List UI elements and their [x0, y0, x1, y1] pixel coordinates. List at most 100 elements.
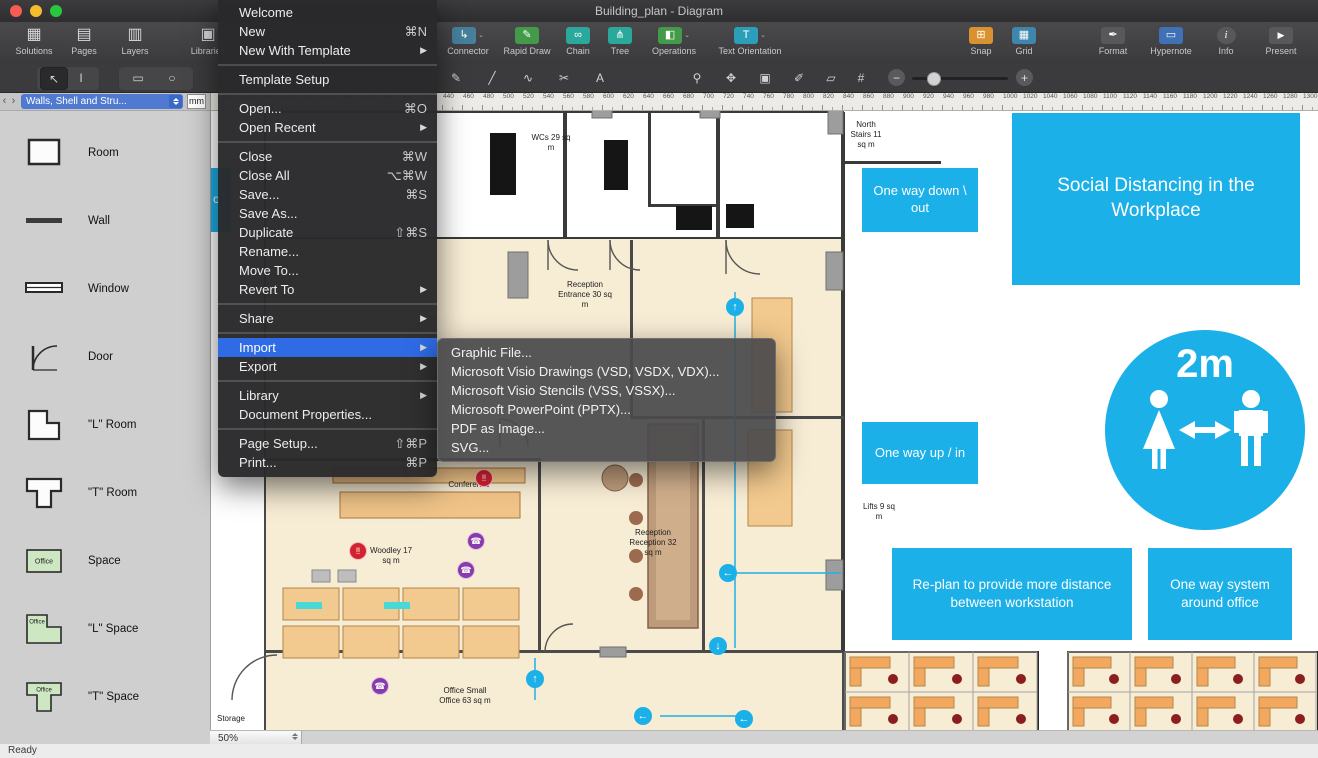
alert-badge-icon[interactable]: ‼: [349, 542, 367, 560]
import-submenu-item-svg[interactable]: SVG...: [438, 438, 775, 457]
library-item-t-room[interactable]: "T" Room: [0, 459, 210, 527]
menu-item-move-to[interactable]: Move To...: [218, 261, 437, 280]
flow-arrow-icon[interactable]: ←: [719, 564, 737, 582]
tool-curve[interactable]: ∿: [515, 67, 541, 88]
ruler-tick: [1022, 105, 1023, 110]
tool-scissors[interactable]: ✂: [551, 67, 577, 88]
library-dropdown[interactable]: Walls, Shell and Stru...: [21, 94, 183, 109]
phone-badge-icon[interactable]: ☎: [467, 532, 485, 550]
zoom-window-button[interactable]: [50, 5, 62, 17]
import-submenu-item-pdf-as-image[interactable]: PDF as Image...: [438, 419, 775, 438]
menu-item-library[interactable]: Library▶: [218, 386, 437, 405]
menu-item-open[interactable]: Open...⌘O: [218, 99, 437, 118]
tool-crop-tool[interactable]: #: [847, 67, 875, 88]
toolbar-button-chain[interactable]: ∞Chain: [558, 25, 598, 56]
toolbar-button-format[interactable]: ✒Format: [1088, 25, 1138, 56]
flow-arrow-icon[interactable]: ↑: [526, 670, 544, 688]
ruler-tick-label: 1100: [1103, 93, 1117, 100]
zoom-out-button[interactable]: −: [888, 69, 905, 86]
library-item-door[interactable]: Door: [0, 323, 210, 391]
tool-line[interactable]: ╱: [479, 67, 505, 88]
tool-eyedropper[interactable]: ✐: [785, 67, 813, 88]
close-window-button[interactable]: [10, 5, 22, 17]
menu-item-page-setup[interactable]: Page Setup...⇧⌘P: [218, 434, 437, 453]
tool-zoom-tool[interactable]: ⚲: [683, 67, 711, 88]
flow-arrow-icon[interactable]: ←: [735, 710, 753, 728]
flow-arrow-icon[interactable]: ←: [634, 707, 652, 725]
menu-item-new[interactable]: New⌘N: [218, 22, 437, 41]
menu-item-share[interactable]: Share▶: [218, 309, 437, 328]
library-prev-button[interactable]: ‹: [0, 95, 9, 107]
menu-item-close-all[interactable]: Close All⌥⌘W: [218, 166, 437, 185]
tool-stamp-tool[interactable]: ▣: [751, 67, 779, 88]
menu-item-import[interactable]: Import▶: [218, 338, 437, 357]
import-submenu-item-microsoft-powerpoint-pptx[interactable]: Microsoft PowerPoint (PPTX)...: [438, 400, 775, 419]
sign-social-distancing[interactable]: Social Distancing in the Workplace: [1012, 113, 1300, 285]
tool-rect-tool[interactable]: ▭: [122, 67, 154, 88]
menu-item-welcome[interactable]: Welcome: [218, 3, 437, 22]
canvas-zoom-control[interactable]: 50%: [210, 731, 302, 745]
library-item-l-room[interactable]: "L" Room: [0, 391, 210, 459]
flow-arrow-icon[interactable]: ↑: [726, 298, 744, 316]
toolbar-button-grid[interactable]: ▦Grid: [1004, 25, 1044, 56]
menu-item-print[interactable]: Print...⌘P: [218, 453, 437, 472]
ruler-tick: [712, 107, 713, 110]
tool-text-image[interactable]: A: [585, 67, 615, 88]
toolbar-button-connector[interactable]: ↳⌄Connector: [440, 25, 496, 56]
phone-badge-icon[interactable]: ☎: [457, 561, 475, 579]
menu-item-save[interactable]: Save...⌘S: [218, 185, 437, 204]
menu-item-open-recent[interactable]: Open Recent▶: [218, 118, 437, 137]
sign-one-way-up[interactable]: One way up / in: [862, 422, 978, 484]
tool-eraser[interactable]: ▱: [817, 67, 845, 88]
menu-item-rename[interactable]: Rename...: [218, 242, 437, 261]
menu-item-document-properties[interactable]: Document Properties...: [218, 405, 437, 424]
zoom-in-button[interactable]: +: [1016, 69, 1033, 86]
alert-badge-icon[interactable]: ‼: [475, 469, 493, 487]
sign-one-way-system[interactable]: One way system around office: [1148, 548, 1292, 640]
toolbar-button-layers[interactable]: ▥Layers: [112, 25, 158, 56]
phone-badge-icon[interactable]: ☎: [371, 677, 389, 695]
import-submenu-item-graphic-file[interactable]: Graphic File...: [438, 343, 775, 362]
distance-2m-badge[interactable]: 2m: [1105, 330, 1305, 530]
tool-select[interactable]: ↖: [40, 67, 68, 90]
menu-item-close[interactable]: Close⌘W: [218, 147, 437, 166]
minimize-window-button[interactable]: [30, 5, 42, 17]
menu-item-new-with-template[interactable]: New With Template▶: [218, 41, 437, 60]
menu-item-duplicate[interactable]: Duplicate⇧⌘S: [218, 223, 437, 242]
toolbar-button-label: Connector: [440, 46, 496, 56]
menu-item-save-as[interactable]: Save As...: [218, 204, 437, 223]
toolbar-button-present[interactable]: ▶Present: [1254, 25, 1308, 56]
library-item-t-space[interactable]: Office"T" Space: [0, 663, 210, 731]
zoom-slider-handle[interactable]: [927, 72, 941, 86]
library-next-button[interactable]: ›: [9, 95, 18, 107]
tool-text-select[interactable]: I: [68, 67, 94, 88]
tool-pan-tool[interactable]: ✥: [717, 67, 745, 88]
toolbar-button-info[interactable]: iInfo: [1208, 25, 1244, 56]
toolbar-button-solutions[interactable]: ▦Solutions: [10, 25, 58, 56]
tool-pencil[interactable]: ✎: [443, 67, 469, 88]
library-item-space[interactable]: OfficeSpace: [0, 527, 210, 595]
sign-one-way-down[interactable]: One way down \ out: [862, 168, 978, 232]
toolbar-button-operations[interactable]: ◧⌄Operations: [642, 25, 706, 56]
import-submenu-item-microsoft-visio-drawings-vsd-vsdx-vdx[interactable]: Microsoft Visio Drawings (VSD, VSDX, VDX…: [438, 362, 775, 381]
toolbar-button-snap[interactable]: ⊞Snap: [960, 25, 1002, 56]
toolbar-button-pages[interactable]: ▤Pages: [62, 25, 106, 56]
library-item-l-space[interactable]: Office"L" Space: [0, 595, 210, 663]
toolbar-button-hypernote[interactable]: ▭Hypernote: [1142, 25, 1200, 56]
library-item-window[interactable]: Window: [0, 255, 210, 323]
flow-arrow-icon[interactable]: ↓: [709, 637, 727, 655]
tool-ellipse-tool[interactable]: ○: [156, 67, 188, 88]
library-item-room[interactable]: Room: [0, 119, 210, 187]
menu-item-revert-to[interactable]: Revert To▶: [218, 280, 437, 299]
library-item-wall[interactable]: Wall: [0, 187, 210, 255]
import-submenu-item-microsoft-visio-stencils-vss-vssx[interactable]: Microsoft Visio Stencils (VSS, VSSX)...: [438, 381, 775, 400]
menu-item-template-setup[interactable]: Template Setup: [218, 70, 437, 89]
menu-item-export[interactable]: Export▶: [218, 357, 437, 376]
sign-replan[interactable]: Re-plan to provide more distance between…: [892, 548, 1132, 640]
toolbar-button-tree[interactable]: ⋔Tree: [602, 25, 638, 56]
layers-icon: ▥: [112, 25, 158, 45]
toolbar-button-text-orientation[interactable]: T⌄Text Orientation: [710, 25, 790, 56]
room-label: Reception Reception 32 sq m: [628, 528, 678, 558]
toolbar-button-rapid-draw[interactable]: ✎Rapid Draw: [500, 25, 554, 56]
info-icon: i: [1208, 25, 1244, 45]
